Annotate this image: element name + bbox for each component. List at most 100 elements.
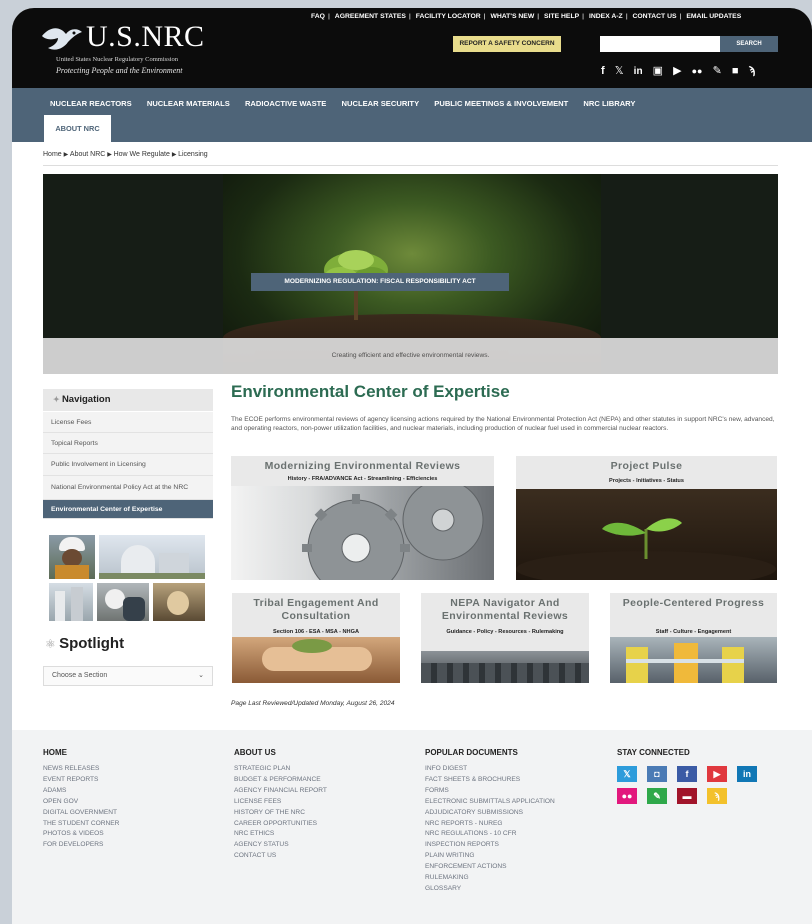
x-icon[interactable]: 𝕏: [617, 766, 637, 782]
rss-icon[interactable]: ϡ: [749, 65, 756, 77]
breadcrumb-link[interactable]: About NRC: [70, 151, 105, 158]
nav-item-nuclear-security[interactable]: NUCLEAR SECURITY: [342, 99, 420, 108]
footer-link[interactable]: CAREER OPPORTUNITIES: [234, 819, 327, 830]
flickr-icon[interactable]: ●●: [617, 788, 637, 804]
facebook-icon[interactable]: f: [601, 65, 605, 77]
spotlight-heading: ⚛ Spotlight: [45, 635, 124, 652]
footer-link[interactable]: INFO DIGEST: [425, 764, 555, 775]
search-input[interactable]: [600, 36, 720, 52]
breadcrumb-current: Licensing: [178, 151, 208, 158]
search-button[interactable]: SEARCH: [720, 36, 778, 52]
footer-link[interactable]: PHOTOS & VIDEOS: [43, 829, 119, 840]
pen-icon[interactable]: ✎: [647, 788, 667, 804]
card-nepa-navigator[interactable]: NEPA Navigator And Environmental Reviews…: [421, 593, 589, 683]
linkedin-icon[interactable]: in: [634, 66, 643, 77]
intro-paragraph: The ECOE performs environmental reviews …: [231, 416, 775, 432]
logo-tagline: Protecting People and the Environment: [56, 66, 183, 75]
breadcrumb-link[interactable]: How We Regulate: [114, 151, 170, 158]
footer-link[interactable]: DIGITAL GOVERNMENT: [43, 808, 119, 819]
utility-link[interactable]: CONTACT US: [629, 13, 679, 20]
nav-item-nuclear-materials[interactable]: NUCLEAR MATERIALS: [147, 99, 230, 108]
sidebar-item-public-involvement[interactable]: Public Involvement in Licensing: [43, 454, 213, 476]
sidebar-item-ecoe[interactable]: Environmental Center of Expertise: [43, 500, 213, 519]
footer-link[interactable]: NRC REGULATIONS - 10 CFR: [425, 829, 555, 840]
sidebar-item-license-fees[interactable]: License Fees: [43, 412, 213, 433]
card-people-centered-progress[interactable]: People-Centered Progress Staff - Culture…: [610, 593, 777, 683]
nav-item-nuclear-reactors[interactable]: NUCLEAR REACTORS: [50, 99, 132, 108]
footer-link[interactable]: OPEN GOV: [43, 797, 119, 808]
footer-link[interactable]: FORMS: [425, 786, 555, 797]
footer-link[interactable]: ADJUDICATORY SUBMISSIONS: [425, 808, 555, 819]
footer-link[interactable]: FOR DEVELOPERS: [43, 840, 119, 851]
report-safety-concern-button[interactable]: REPORT A SAFETY CONCERN: [453, 36, 561, 52]
card-modernizing-reviews[interactable]: Modernizing Environmental Reviews Histor…: [231, 456, 494, 580]
site-footer: HOME NEWS RELEASES EVENT REPORTS ADAMS O…: [12, 730, 812, 924]
sidebar-item-nepa[interactable]: National Environmental Policy Act at the…: [43, 476, 213, 500]
nav-item-about-nrc[interactable]: ABOUT NRC: [44, 115, 111, 142]
instagram-icon[interactable]: ▣: [653, 64, 663, 77]
sidebar-item-topical-reports[interactable]: Topical Reports: [43, 433, 213, 454]
footer-link[interactable]: STRATEGIC PLAN: [234, 764, 327, 775]
nav-item-public-meetings[interactable]: PUBLIC MEETINGS & INVOLVEMENT: [434, 99, 568, 108]
footer-link[interactable]: ENFORCEMENT ACTIONS: [425, 862, 555, 873]
rss-icon[interactable]: ϡ: [707, 788, 727, 804]
utility-link[interactable]: AGREEMENT STATES: [332, 13, 409, 20]
footer-column-connect: STAY CONNECTED: [617, 748, 690, 764]
page-title: Environmental Center of Expertise: [231, 382, 510, 401]
footer-link[interactable]: RULEMAKING: [425, 873, 555, 884]
youtube-icon[interactable]: ▶: [673, 64, 681, 77]
footer-link[interactable]: LICENSE FEES: [234, 797, 327, 808]
youtube-icon[interactable]: ▶: [707, 766, 727, 782]
separator: |: [582, 13, 585, 20]
footer-link[interactable]: EVENT REPORTS: [43, 775, 119, 786]
footer-link[interactable]: PLAIN WRITING: [425, 851, 555, 862]
utility-link[interactable]: EMAIL UPDATES: [683, 13, 744, 20]
footer-link[interactable]: BUDGET & PERFORMANCE: [234, 775, 327, 786]
footer-link[interactable]: NEWS RELEASES: [43, 764, 119, 775]
breadcrumb-link[interactable]: Home: [43, 151, 62, 158]
nav-item-radioactive-waste[interactable]: RADIOACTIVE WASTE: [245, 99, 326, 108]
footer-link[interactable]: CONTACT US: [234, 851, 327, 862]
linkedin-icon[interactable]: in: [737, 766, 757, 782]
photo-worker: [49, 535, 95, 579]
footer-link[interactable]: FACT SHEETS & BROCHURES: [425, 775, 555, 786]
card-project-pulse[interactable]: Project Pulse Projects - Initiatives - S…: [516, 456, 777, 580]
flickr-icon[interactable]: ●●: [692, 66, 703, 76]
footer-link[interactable]: AGENCY FINANCIAL REPORT: [234, 786, 327, 797]
utility-link[interactable]: WHAT'S NEW: [487, 13, 537, 20]
pen-icon[interactable]: ✎: [713, 64, 722, 77]
card-subtitle: Projects - Initiatives - Status: [609, 478, 684, 484]
utility-link[interactable]: SITE HELP: [541, 13, 582, 20]
footer-link[interactable]: GLOSSARY: [425, 884, 555, 895]
footer-link[interactable]: ADAMS: [43, 786, 119, 797]
comment-icon[interactable]: ▬: [677, 788, 697, 804]
footer-link[interactable]: HISTORY OF THE NRC: [234, 808, 327, 819]
photo-reactor: [99, 535, 205, 579]
hero-caption[interactable]: MODERNIZING REGULATION: FISCAL RESPONSIB…: [251, 273, 509, 291]
browser-frame: U.S.NRC United States Nuclear Regulatory…: [12, 8, 812, 924]
facebook-icon[interactable]: f: [677, 766, 697, 782]
footer-link[interactable]: ELECTRONIC SUBMITTALS APPLICATION: [425, 797, 555, 808]
footer-link[interactable]: AGENCY STATUS: [234, 840, 327, 851]
card-tribal-engagement[interactable]: Tribal Engagement And Consultation Secti…: [232, 593, 400, 683]
footer-link[interactable]: THE STUDENT CORNER: [43, 819, 119, 830]
logo-subtitle: United States Nuclear Regulatory Commiss…: [56, 56, 179, 63]
spotlight-section-select[interactable]: Choose a Section ⌄: [43, 666, 213, 686]
footer-heading: STAY CONNECTED: [617, 748, 690, 757]
footer-link[interactable]: INSPECTION REPORTS: [425, 840, 555, 851]
footer-heading[interactable]: ABOUT US: [234, 748, 327, 757]
footer-heading[interactable]: HOME: [43, 748, 119, 757]
utility-link[interactable]: FACILITY LOCATOR: [413, 13, 484, 20]
footer-link[interactable]: NRC REPORTS - NUREG: [425, 819, 555, 830]
instagram-icon[interactable]: ◘: [647, 766, 667, 782]
nav-item-nrc-library[interactable]: NRC LIBRARY: [583, 99, 635, 108]
footer-link[interactable]: NRC ETHICS: [234, 829, 327, 840]
footer-column-documents: POPULAR DOCUMENTS INFO DIGEST FACT SHEET…: [425, 748, 555, 895]
sidebar-heading-label: Navigation: [61, 394, 111, 405]
utility-link[interactable]: INDEX A-Z: [586, 13, 626, 20]
comment-icon[interactable]: ■: [732, 65, 739, 77]
footer-heading[interactable]: POPULAR DOCUMENTS: [425, 748, 555, 757]
card-subtitle: Guidance - Policy - Resources - Rulemaki…: [446, 629, 564, 635]
x-icon[interactable]: 𝕏: [615, 64, 624, 77]
utility-link[interactable]: FAQ: [308, 13, 328, 20]
